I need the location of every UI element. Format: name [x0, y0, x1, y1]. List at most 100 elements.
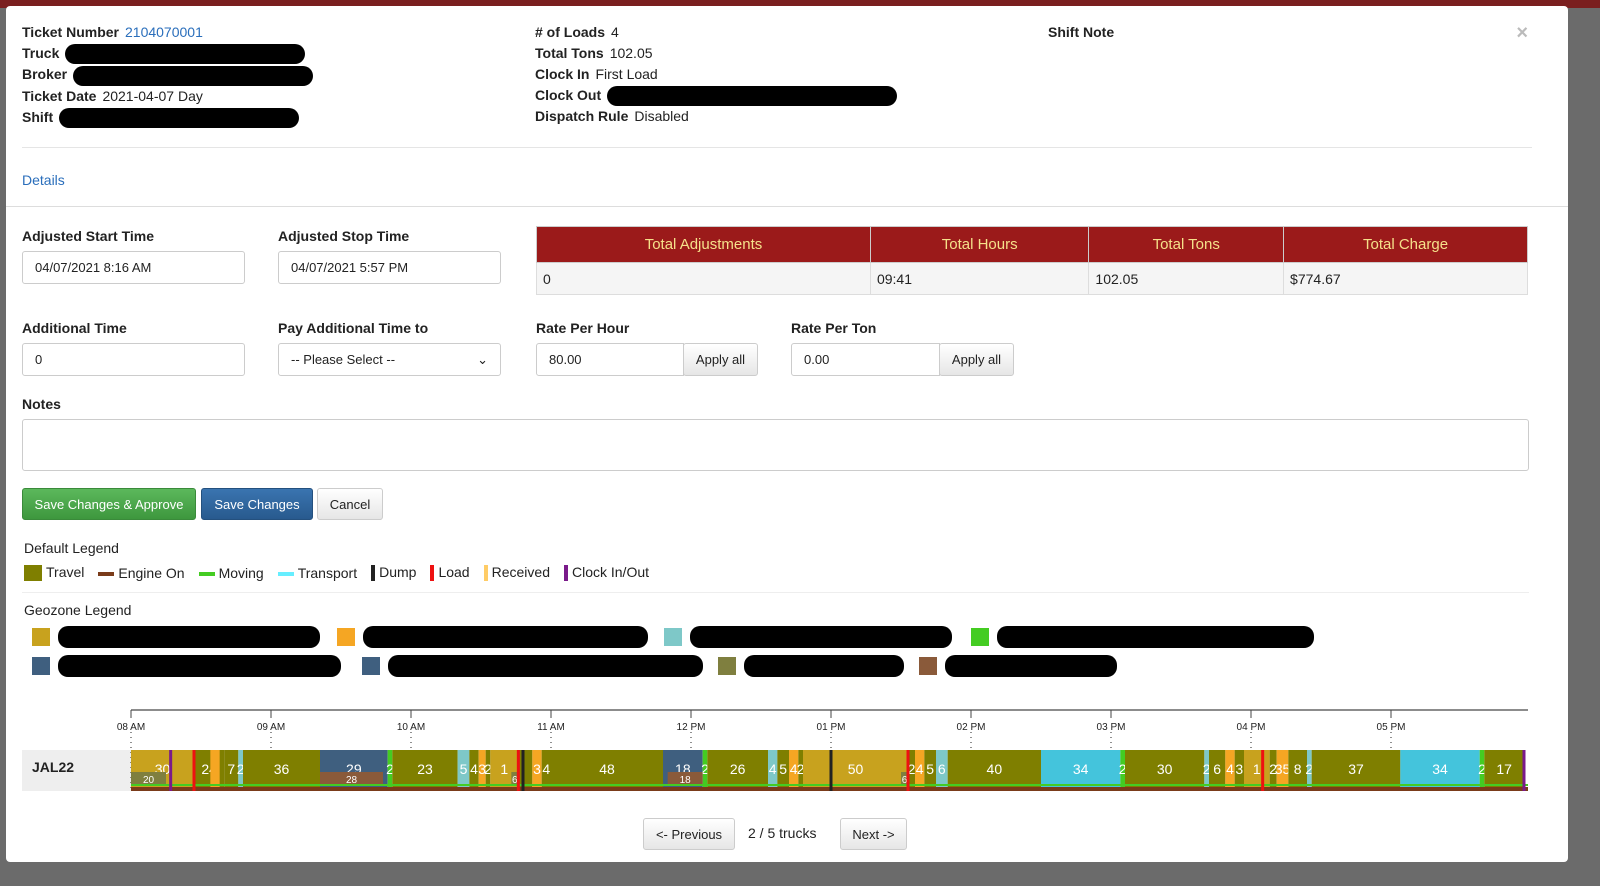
legend-swatch — [430, 565, 435, 582]
pager-status: 2 / 5 trucks — [748, 825, 817, 841]
apply-all-hour-button[interactable]: Apply all — [683, 343, 758, 376]
legend-item: Dump — [371, 564, 417, 582]
adjusted-stop-input[interactable]: 04/07/2021 5:57 PM — [278, 251, 501, 284]
legend-label: Received — [491, 564, 550, 580]
next-button[interactable]: Next -> — [840, 818, 907, 850]
segment-label: 36 — [274, 761, 290, 777]
geozone-swatch — [32, 628, 50, 646]
ticket-info-left: Ticket Number 2104070001 Truck Broker Tic… — [22, 22, 314, 128]
tick-label: 04 PM — [1237, 722, 1266, 733]
event-marker — [906, 750, 910, 791]
notes-textarea[interactable] — [22, 419, 1529, 471]
details-link[interactable]: Details — [22, 172, 65, 188]
legend-swatch — [483, 565, 488, 582]
save-button[interactable]: Save Changes — [201, 488, 313, 520]
legend-item: Received — [483, 564, 550, 582]
save-approve-button[interactable]: Save Changes & Approve — [22, 488, 196, 520]
geozone-legend-item — [32, 626, 320, 648]
summary-table: Total Adjustments Total Hours Total Tons… — [536, 226, 1528, 295]
close-icon[interactable]: × — [1516, 22, 1528, 45]
redacted — [363, 626, 648, 648]
redacted — [65, 44, 306, 65]
rate-hour-input[interactable]: 80.00 — [536, 343, 684, 376]
truck-label: JAL22 — [32, 759, 74, 775]
previous-button[interactable]: <- Previous — [643, 818, 735, 850]
clock-in-label: Clock In — [535, 66, 590, 82]
redacted — [945, 655, 1117, 677]
total-hours: 09:41 — [869, 262, 1090, 295]
geozone-swatch — [362, 657, 380, 675]
tick-label: 10 AM — [397, 722, 425, 733]
pay-additional-label: Pay Additional Time to — [278, 320, 429, 336]
tick-label: 01 PM — [817, 722, 846, 733]
segment-label: 23 — [417, 761, 433, 777]
segment-label: 5 — [779, 761, 787, 777]
segment-label: 17 — [1496, 761, 1512, 777]
geozone-swatch — [971, 628, 989, 646]
divider — [6, 206, 1568, 207]
ticket-number-link[interactable]: 2104070001 — [125, 24, 203, 40]
segment-label: 26 — [730, 761, 746, 777]
segment-label: 1 — [500, 761, 508, 777]
event-marker — [829, 750, 833, 791]
rate-ton-input[interactable]: 0.00 — [791, 343, 940, 376]
redacted — [690, 626, 952, 648]
ticket-number-label: Ticket Number — [22, 24, 119, 40]
event-marker — [192, 750, 196, 791]
legend-item: Clock In/Out — [563, 564, 650, 582]
broker-label: Broker — [22, 66, 68, 83]
geozone-legend-item — [337, 626, 648, 648]
adjusted-start-input[interactable]: 04/07/2021 8:16 AM — [22, 251, 245, 284]
redacted — [388, 655, 703, 677]
legend-label: Dump — [379, 564, 417, 580]
apply-all-ton-button[interactable]: Apply all — [939, 343, 1014, 376]
segment-label: 6 — [938, 761, 946, 777]
dispatch-rule-label: Dispatch Rule — [535, 108, 629, 125]
rate-ton-label: Rate Per Ton — [791, 320, 877, 336]
legend-item: Load — [430, 564, 470, 582]
legend-swatch — [277, 571, 294, 576]
legend-label: Clock In/Out — [571, 564, 650, 580]
truck-label: Truck — [22, 45, 60, 61]
pay-additional-select[interactable]: -- Please Select -- ⌄ — [278, 343, 501, 376]
summary-header: Total Hours — [869, 226, 1090, 263]
segment-label: 4 — [1226, 761, 1234, 777]
legend-label: Engine On — [118, 564, 185, 581]
pay-additional-value: -- Please Select -- — [291, 352, 396, 367]
geozone-legend-item — [664, 626, 952, 648]
segment-label: 35 — [1275, 761, 1291, 777]
segment-label: 1 — [1253, 761, 1261, 777]
segment-label: 6 — [1213, 761, 1221, 777]
legend-swatch — [98, 571, 115, 576]
event-marker — [516, 750, 520, 791]
ticket-date: 2021-04-07 Day — [102, 87, 203, 104]
clock-out-label: Clock Out — [535, 87, 602, 103]
loads-label: # of Loads — [535, 24, 606, 40]
summary-header: Total Charge — [1283, 226, 1528, 263]
adjusted-start-label: Adjusted Start Time — [22, 228, 154, 244]
total-charge: $774.67 — [1283, 262, 1528, 295]
shift-note-label: Shift Note — [1048, 24, 1115, 40]
geozone-legend-item — [32, 655, 341, 677]
summary-header: Total Adjustments — [536, 226, 871, 263]
ticket-date-label: Ticket Date — [22, 87, 97, 104]
adjusted-stop-label: Adjusted Stop Time — [278, 228, 410, 244]
event-marker — [1261, 750, 1265, 791]
cancel-button[interactable]: Cancel — [317, 488, 383, 520]
segment-label: 4 — [542, 761, 550, 777]
redacted — [58, 655, 341, 677]
segment-label: 8 — [1294, 761, 1302, 777]
segment-label: 4 — [769, 761, 777, 777]
segment-label: 4 — [916, 761, 924, 777]
shift-label: Shift — [22, 108, 54, 125]
truck-timeline: JAL22 08 AM 09 AM 10 AM 11 AM 12 PM 01 PM 02 PM… — [22, 709, 1528, 791]
geozone-swatch — [664, 628, 682, 646]
tick-label: 05 PM — [1377, 722, 1406, 733]
tick-label: 09 AM — [257, 722, 285, 733]
additional-time-input[interactable]: 0 — [22, 343, 245, 376]
redacted — [59, 107, 300, 128]
ticket-header: Ticket Number 2104070001 Truck Broker Tic… — [22, 22, 1532, 148]
legend-item: Moving — [198, 565, 264, 581]
segment-label: 30 — [1157, 761, 1173, 777]
tick-label: 11 AM — [537, 722, 565, 733]
